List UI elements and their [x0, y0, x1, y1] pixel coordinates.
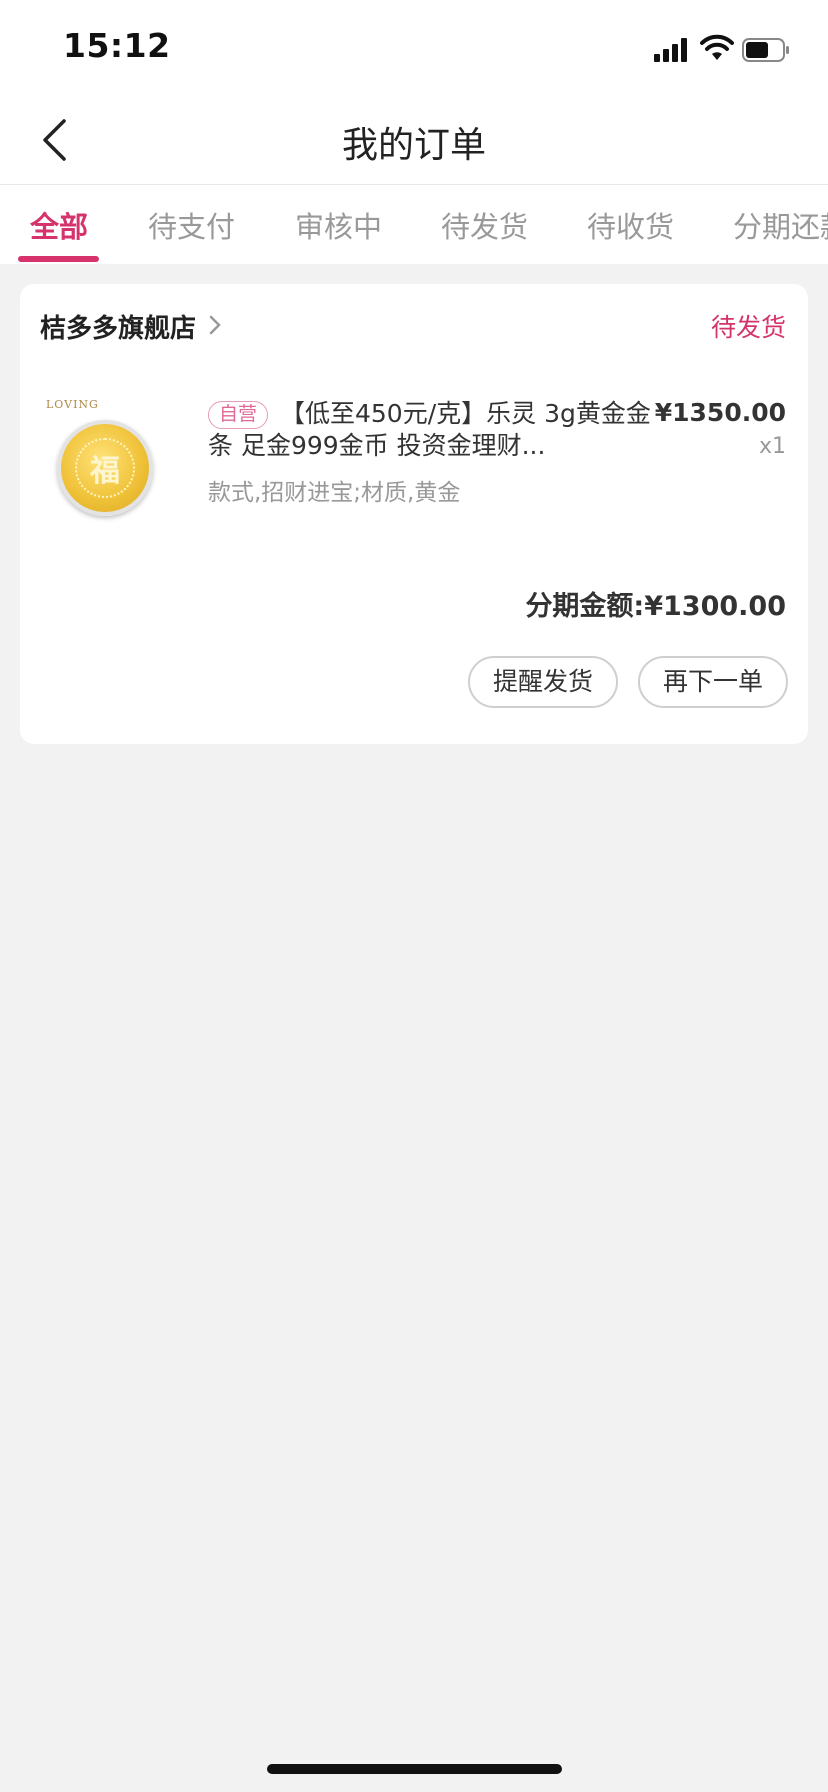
order-tabs: 全部 待支付 审核中 待发货 待收货 分期还款 — [0, 186, 828, 264]
tab-installment-repayment[interactable]: 分期还款 — [733, 204, 828, 246]
order-card[interactable]: 桔多多旗舰店 待发货 LOVING 福 【低至450元/克】乐灵 3g黄金金条 … — [20, 284, 808, 744]
tab-pending-payment[interactable]: 待支付 — [148, 204, 235, 246]
order-status: 待发货 — [710, 313, 786, 342]
product-thumbnail[interactable]: LOVING 福 — [42, 398, 178, 534]
reorder-button[interactable]: 再下一单 — [638, 656, 788, 708]
product-spec: 款式,招财进宝;材质,黄金 — [208, 480, 461, 506]
tab-pending-shipment[interactable]: 待发货 — [441, 204, 528, 246]
tab-pending-receipt[interactable]: 待收货 — [587, 204, 674, 246]
installment-amount: 分期金额:¥1300.00 — [525, 591, 786, 622]
status-time: 15:12 — [63, 26, 171, 65]
cellular-signal-icon — [654, 38, 688, 62]
home-indicator — [267, 1764, 562, 1774]
active-tab-indicator — [18, 256, 99, 262]
wifi-icon — [700, 34, 734, 60]
coin-glyph: 福 — [75, 438, 135, 498]
product-price: ¥1350.00 — [654, 398, 786, 427]
battery-icon — [742, 38, 789, 62]
chevron-right-icon[interactable] — [208, 314, 222, 336]
nav-divider — [0, 184, 828, 185]
thumbnail-brand-text: LOVING — [46, 398, 99, 411]
remind-shipment-button[interactable]: 提醒发货 — [468, 656, 618, 708]
store-name[interactable]: 桔多多旗舰店 — [40, 308, 196, 345]
product-title[interactable]: 【低至450元/克】乐灵 3g黄金金条 足金999金币 投资金理财... — [208, 398, 656, 462]
product-quantity: x1 — [758, 434, 786, 459]
gold-coin-image: 福 — [57, 420, 153, 516]
tab-all[interactable]: 全部 — [30, 204, 88, 246]
page-title: 我的订单 — [341, 125, 486, 166]
self-operated-badge: 自营 — [208, 401, 269, 429]
tab-under-review[interactable]: 审核中 — [295, 204, 382, 246]
